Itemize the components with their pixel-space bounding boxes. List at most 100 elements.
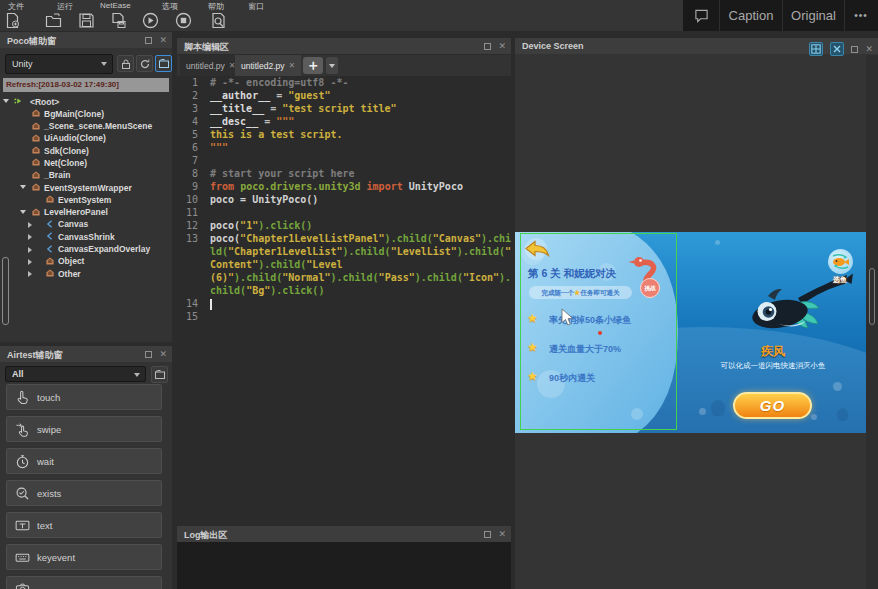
tree-node[interactable]: Canvas	[0, 218, 172, 230]
collapse-arrow-icon[interactable]	[20, 185, 26, 189]
toolbar	[0, 11, 700, 31]
code-line: 14	[177, 297, 511, 310]
code-text: poco("Chapter1LevelListPanel").child("Ca…	[210, 232, 511, 245]
airtest-panel-header: Airtest辅助窗 ✕	[0, 346, 172, 362]
log-panel-header: Log输出区 ✕	[177, 526, 511, 542]
code-line: 15	[177, 310, 511, 323]
code-line: child("Bg").click()	[177, 284, 511, 297]
code-line: 6"""	[177, 141, 511, 154]
float-icon[interactable]	[484, 531, 491, 538]
tree-node[interactable]: Other	[0, 267, 172, 279]
find-button[interactable]	[210, 12, 228, 30]
swipe-api-button[interactable]: swipe	[6, 416, 162, 442]
root-icon	[14, 97, 22, 105]
fit-screen-button[interactable]	[830, 42, 844, 56]
refresh-button[interactable]	[136, 55, 153, 72]
poco-panel-header: Poco辅助窗 ✕	[0, 32, 172, 48]
close-icon[interactable]: ✕	[159, 350, 167, 358]
refresh-status[interactable]: Refresh:[2018-03-02 17:49:30]	[3, 78, 169, 92]
tab-untitled.py[interactable]: untitled.py✕	[180, 55, 241, 76]
lock-button[interactable]	[117, 55, 134, 72]
airtest-panel-title: Airtest辅助窗	[7, 349, 63, 362]
gameobject-icon	[32, 122, 40, 130]
menu-3[interactable]: NetEase	[100, 1, 131, 10]
expand-arrow-icon[interactable]	[28, 271, 32, 277]
poco-mode-value: Unity	[12, 59, 33, 69]
code-text: Content").child("Level	[210, 258, 342, 271]
tree-node[interactable]: Net(Clone)	[0, 156, 172, 168]
keyevent-api-button[interactable]: keyevent	[6, 544, 162, 570]
tree-node[interactable]: CanvasShrink	[0, 230, 172, 242]
collapse-arrow-icon[interactable]	[3, 99, 9, 103]
tab-list-dropdown[interactable]	[326, 57, 338, 74]
save-button[interactable]	[78, 12, 96, 30]
close-icon[interactable]: ✕	[865, 45, 873, 53]
tree-node[interactable]: Sdk(Clone)	[0, 144, 172, 156]
tree-node[interactable]: EventSystemWrapper	[0, 181, 172, 193]
poco-mode-dropdown[interactable]: Unity	[5, 54, 113, 74]
airtest-filter-value: All	[12, 369, 24, 379]
float-icon[interactable]	[484, 43, 491, 50]
top-right-bar: Caption Original •••	[683, 0, 878, 31]
touch-icon	[15, 390, 30, 405]
tree-node[interactable]: <Root>	[0, 95, 172, 107]
grid-icon	[811, 44, 821, 54]
close-icon[interactable]: ✕	[498, 42, 506, 50]
comment-bubble-button[interactable]	[683, 0, 720, 31]
float-icon[interactable]	[145, 37, 152, 44]
touch-api-button[interactable]: touch	[6, 384, 162, 410]
line-number: 10	[177, 193, 198, 206]
canvas-icon	[46, 245, 54, 253]
exists-api-button[interactable]: exists	[6, 480, 162, 506]
close-icon[interactable]: ✕	[159, 36, 167, 44]
line-number: 8	[177, 167, 198, 180]
float-icon[interactable]	[851, 46, 858, 53]
new-file-button[interactable]	[4, 12, 22, 30]
code-editor[interactable]: 1# -*- encoding=utf8 -*-2__author__ = "g…	[177, 76, 511, 524]
more-button[interactable]: •••	[845, 0, 877, 31]
poco-panel-title: Poco辅助窗	[7, 35, 56, 48]
expand-arrow-icon[interactable]	[28, 247, 32, 253]
fish-select-widget[interactable]: 选鱼	[825, 249, 855, 285]
tree-node-label: CanvasShrink	[58, 232, 115, 242]
open-folder-button[interactable]	[45, 12, 63, 30]
tree-node-label: Canvas	[58, 219, 88, 229]
close-icon[interactable]: ✕	[498, 530, 506, 538]
run-button[interactable]	[142, 12, 160, 30]
original-button[interactable]: Original	[783, 0, 845, 31]
screenshot-grid-button[interactable]	[809, 42, 823, 56]
expand-arrow-icon[interactable]	[28, 222, 32, 228]
canvas-icon	[46, 232, 54, 240]
stop-button[interactable]	[175, 12, 193, 30]
tree-node[interactable]: LevelHeroPanel	[0, 206, 172, 218]
tree-node[interactable]: BgMain(Clone)	[0, 107, 172, 119]
expand-arrow-icon[interactable]	[28, 259, 32, 265]
tab-close-icon[interactable]: ✕	[288, 61, 295, 70]
inspector-toggle-button[interactable]	[155, 55, 172, 72]
wait-api-button[interactable]: wait	[6, 448, 162, 474]
collapse-arrow-icon[interactable]	[20, 210, 26, 214]
tab-untitled2.py[interactable]: untitled2.py✕	[235, 55, 301, 76]
tree-node[interactable]: _Brain	[0, 169, 172, 181]
go-button[interactable]: GO	[733, 392, 812, 419]
tree-node[interactable]: _Scene_scene.MenuScene	[0, 120, 172, 132]
tree-node[interactable]: Object	[0, 255, 172, 267]
save-as-button[interactable]	[110, 12, 128, 30]
tree-node[interactable]: CanvasExpandOverlay	[0, 243, 172, 255]
expand-arrow-icon[interactable]	[28, 234, 32, 240]
airtest-filter-dropdown[interactable]: All	[5, 366, 146, 382]
float-icon[interactable]	[145, 351, 152, 358]
snapshot-api-button[interactable]	[6, 576, 162, 589]
tree-node[interactable]: UiAudio(Clone)	[0, 132, 172, 144]
tree-node[interactable]: EventSystem	[0, 193, 172, 205]
code-text: from poco.drivers.unity3d import UnityPo…	[210, 180, 463, 193]
device-scrollbar-thumb[interactable]	[869, 268, 875, 325]
code-text	[210, 297, 212, 310]
new-tab-button[interactable]: ＋	[303, 57, 323, 74]
inspect-icon	[158, 58, 170, 70]
caption-button[interactable]: Caption	[720, 0, 783, 31]
device-screen-view[interactable]: 第 6 关 和妮妮对决 挑战 完成随一个★任务即可通关 ★率先消掉50条小绿鱼★…	[515, 232, 866, 433]
text-api-button[interactable]: text	[6, 512, 162, 538]
tree-scrollbar[interactable]	[2, 257, 9, 325]
airtest-folder-button[interactable]	[151, 366, 168, 383]
